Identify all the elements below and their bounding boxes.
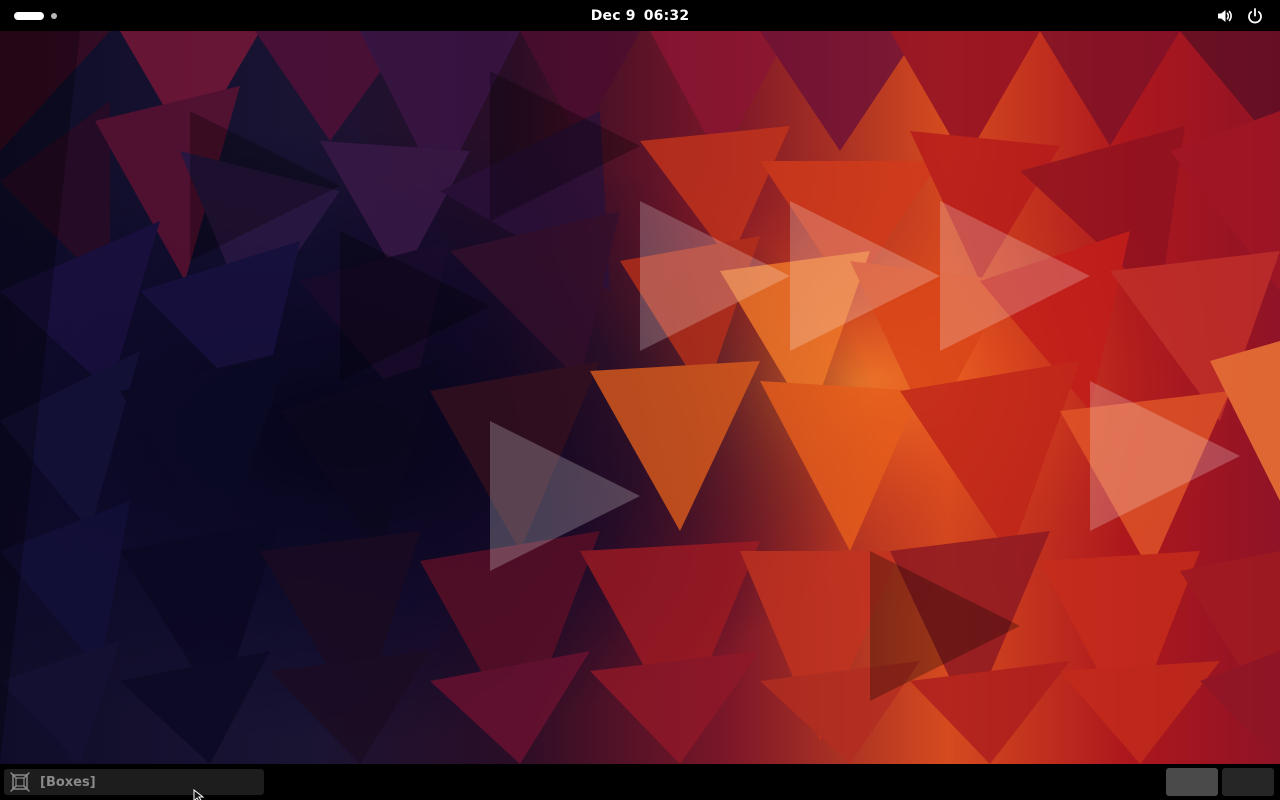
workspace-2-thumbnail[interactable]: [1222, 768, 1274, 796]
top-bar: Dec 9 06:32: [0, 0, 1280, 31]
current-workspace-indicator: [14, 12, 44, 20]
workspace-switcher: [1166, 768, 1274, 796]
volume-icon-graphic: [1218, 10, 1232, 22]
taskbar-window-title: [Boxes]: [40, 774, 96, 790]
volume-icon[interactable]: [1216, 7, 1234, 25]
workspace-1-thumbnail[interactable]: [1166, 768, 1218, 796]
clock[interactable]: Dec 9 06:32: [570, 6, 710, 26]
wallpaper-pattern-graphic: [0, 31, 1280, 764]
power-icon[interactable]: [1246, 7, 1264, 25]
system-tray[interactable]: [1216, 6, 1264, 26]
power-icon-graphic: [1248, 8, 1262, 24]
boxes-icon-graphic: [10, 772, 30, 792]
boxes-icon: [9, 771, 31, 793]
other-workspace-indicator: [51, 13, 57, 19]
clock-date: Dec 9: [590, 8, 636, 24]
bottom-bar: [Boxes]: [0, 764, 1280, 800]
desktop-wallpaper: [0, 31, 1280, 764]
desktop-screen: Dec 9 06:32 [Boxes]: [0, 0, 1280, 800]
clock-time: 06:32: [643, 8, 690, 24]
activities-button[interactable]: [14, 10, 59, 22]
taskbar-window-button[interactable]: [Boxes]: [4, 769, 264, 795]
